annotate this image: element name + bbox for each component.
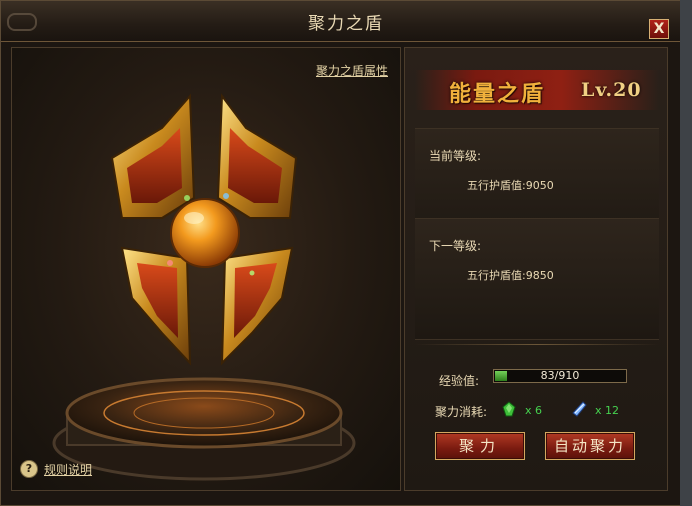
green-gem-icon (502, 401, 516, 417)
cost-label: 聚力消耗: (435, 405, 488, 419)
current-level-heading: 当前等级: (429, 149, 482, 163)
shield-info-panel: 能量之盾 Lv.20 当前等级: 五行护盾值:9050 下一等级: 五行护盾值:… (404, 47, 668, 491)
shield-attributes-link[interactable]: 聚力之盾属性 (316, 62, 388, 79)
shield-preview-panel: 聚力之盾属性 ? 规则说明 (11, 47, 401, 491)
help-icon[interactable]: ? (20, 460, 38, 478)
divider (415, 344, 659, 345)
next-level-heading: 下一等级: (429, 239, 482, 253)
shield-name: 能量之盾 (449, 81, 546, 107)
shield-artwork-icon (52, 93, 356, 481)
title-bar[interactable]: 聚力之盾 X (1, 1, 691, 42)
green-gem-count: x 6 (525, 404, 543, 417)
next-shield-value: 五行护盾值:9850 (467, 269, 554, 282)
close-button[interactable]: X (649, 19, 669, 39)
shield-level: Lv.20 (581, 79, 642, 101)
rules-help[interactable]: ? 规则说明 (20, 460, 92, 478)
rules-link[interactable]: 规则说明 (44, 461, 92, 478)
next-level-section: 下一等级: 五行护盾值:9850 (415, 218, 659, 340)
level-banner: 能量之盾 Lv.20 (415, 70, 659, 110)
blue-crystal-count: x 12 (595, 404, 620, 417)
blue-crystal-icon (572, 401, 587, 417)
current-shield-value: 五行护盾值:9050 (467, 179, 554, 192)
auto-gather-button[interactable]: 自动聚力 (545, 432, 635, 460)
window-title: 聚力之盾 (308, 14, 384, 34)
exp-progress-text: 83/910 (540, 369, 580, 382)
background-edge (680, 0, 692, 506)
exp-label: 经验值: (439, 374, 480, 388)
shield-window: 聚力之盾 X 聚力之盾属性 ? 规则说明 能量之盾 Lv.20 当前等级: 五行… (0, 0, 692, 506)
gather-button[interactable]: 聚力 (435, 432, 525, 460)
exp-progress-bar: 83/910 (493, 369, 627, 383)
